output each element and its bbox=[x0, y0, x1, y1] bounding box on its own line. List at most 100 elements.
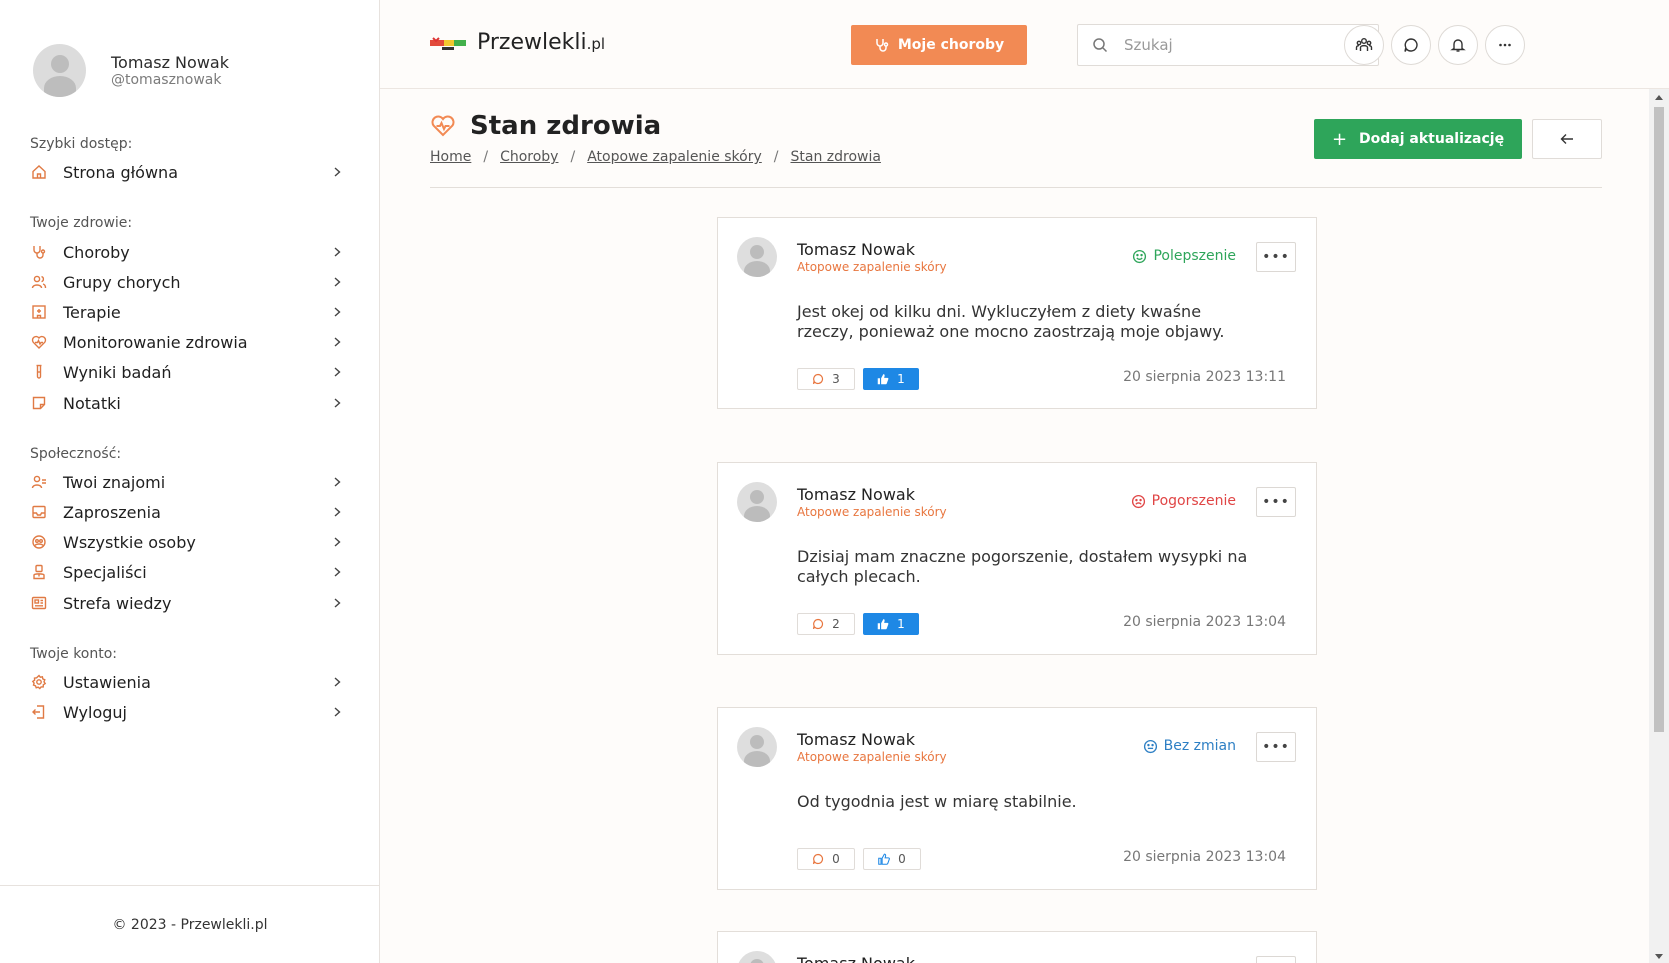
breadcrumb-current[interactable]: Stan zdrowia bbox=[791, 149, 881, 165]
sidebar-item-label: Strefa wiedzy bbox=[63, 593, 172, 613]
health-update-card: Tomasz Nowak Atopowe zapalenie skóry Pog… bbox=[717, 462, 1317, 655]
status-label: Polepszenie bbox=[1153, 248, 1236, 264]
sidebar-item-label: Specjaliści bbox=[63, 562, 147, 582]
sidebar-item-all-people[interactable]: Wszystkie osoby bbox=[30, 528, 342, 556]
like-button[interactable]: 1 bbox=[863, 613, 919, 635]
bell-icon bbox=[1450, 39, 1466, 52]
my-diseases-button[interactable]: Moje choroby bbox=[851, 25, 1027, 65]
user-name: Tomasz Nowak bbox=[111, 53, 229, 72]
avatar[interactable] bbox=[737, 727, 777, 767]
scroll-thumb[interactable] bbox=[1654, 107, 1664, 732]
post-disease[interactable]: Atopowe zapalenie skóry bbox=[797, 260, 947, 274]
logo-text: Przewlekli.pl bbox=[477, 30, 606, 55]
sad-face-icon bbox=[1131, 494, 1145, 508]
post-author[interactable]: Tomasz Nowak bbox=[797, 240, 915, 259]
sidebar-item-home[interactable]: Strona główna bbox=[30, 158, 342, 186]
like-button[interactable]: 0 bbox=[863, 848, 921, 870]
search-input[interactable] bbox=[1124, 36, 1364, 54]
smile-icon bbox=[1133, 249, 1147, 263]
sidebar-item-label: Twoi znajomi bbox=[63, 472, 166, 492]
health-update-card: Tomasz Nowak Atopowe zapalenie skóry Pol… bbox=[717, 217, 1317, 409]
comments-button[interactable]: 2 bbox=[797, 613, 855, 635]
main-content: Stan zdrowia Home / Choroby / Atopowe za… bbox=[380, 89, 1649, 963]
sidebar-item-label: Strona główna bbox=[63, 162, 178, 182]
sidebar-item-specialists[interactable]: Specjaliści bbox=[30, 558, 342, 586]
post-options-button[interactable]: ••• bbox=[1256, 242, 1296, 272]
comments-button[interactable]: 3 bbox=[797, 368, 855, 390]
sidebar-footer: © 2023 - Przewlekli.pl bbox=[0, 885, 380, 963]
chevron-right-icon bbox=[332, 307, 342, 317]
messages-button[interactable] bbox=[1391, 25, 1431, 65]
post-disease[interactable]: Atopowe zapalenie skóry bbox=[797, 505, 947, 519]
avatar[interactable] bbox=[737, 482, 777, 522]
breadcrumb-home[interactable]: Home bbox=[430, 149, 471, 165]
avatar[interactable] bbox=[737, 237, 777, 277]
avatar[interactable] bbox=[33, 44, 86, 97]
sidebar-item-test-results[interactable]: Wyniki badań bbox=[30, 358, 342, 386]
thumbs-up-icon bbox=[878, 853, 891, 865]
sidebar-item-logout[interactable]: Wyloguj bbox=[30, 698, 342, 726]
chevron-right-icon bbox=[332, 507, 342, 517]
thumbs-up-icon bbox=[877, 619, 889, 630]
user-handle: @tomasznowak bbox=[111, 72, 222, 88]
sidebar-item-label: Notatki bbox=[63, 393, 121, 413]
sidebar-item-health-monitoring[interactable]: Monitorowanie zdrowia bbox=[30, 328, 342, 356]
sidebar-item-invitations[interactable]: Zaproszenia bbox=[30, 498, 342, 526]
scrollbar[interactable] bbox=[1649, 89, 1669, 963]
sidebar-item-diseases[interactable]: Choroby bbox=[30, 238, 342, 266]
section-title-community: Społeczność: bbox=[30, 446, 122, 462]
plus-icon: + bbox=[1331, 128, 1348, 150]
logo[interactable]: Przewlekli.pl bbox=[430, 30, 605, 55]
post-options-button[interactable]: ••• bbox=[1256, 732, 1296, 762]
user-profile[interactable]: Tomasz Nowak @tomasznowak bbox=[33, 44, 229, 97]
comments-button[interactable]: 0 bbox=[797, 848, 855, 870]
status-label: Pogorszenie bbox=[1151, 493, 1236, 509]
page-header: Stan zdrowia bbox=[430, 111, 661, 141]
health-update-card: Tomasz Nowak ••• bbox=[717, 931, 1317, 963]
sidebar-item-label: Wyniki badań bbox=[63, 362, 172, 382]
sidebar-item-friends[interactable]: Twoi znajomi bbox=[30, 468, 342, 496]
post-date: 20 sierpnia 2023 13:04 bbox=[1123, 614, 1286, 630]
more-menu-button[interactable] bbox=[1485, 25, 1525, 65]
scroll-down-arrow-icon[interactable] bbox=[1655, 954, 1663, 959]
add-update-button[interactable]: + Dodaj aktualizację bbox=[1314, 119, 1522, 159]
sidebar-item-settings[interactable]: Ustawienia bbox=[30, 668, 342, 696]
chevron-right-icon bbox=[332, 477, 342, 487]
post-options-button[interactable]: ••• bbox=[1256, 956, 1296, 963]
back-button[interactable] bbox=[1532, 119, 1602, 159]
status-badge: Bez zmian bbox=[1143, 738, 1236, 754]
post-disease[interactable]: Atopowe zapalenie skóry bbox=[797, 750, 947, 764]
avatar[interactable] bbox=[737, 951, 777, 963]
divider bbox=[430, 187, 1602, 188]
search-box[interactable] bbox=[1077, 24, 1379, 66]
test-tube-icon bbox=[30, 363, 48, 381]
sidebar-item-patient-groups[interactable]: Grupy chorych bbox=[30, 268, 342, 296]
chat-bubble-icon bbox=[1404, 38, 1418, 52]
friends-button[interactable] bbox=[1344, 25, 1384, 65]
my-diseases-label: Moje choroby bbox=[897, 37, 1005, 53]
post-date: 20 sierpnia 2023 13:11 bbox=[1123, 369, 1286, 385]
like-button[interactable]: 1 bbox=[863, 368, 919, 390]
search-icon bbox=[1093, 38, 1108, 53]
post-author[interactable]: Tomasz Nowak bbox=[797, 485, 915, 504]
stethoscope-icon bbox=[30, 243, 48, 261]
scroll-up-arrow-icon[interactable] bbox=[1655, 95, 1663, 100]
post-text: Jest okej od kilku dni. Wykluczyłem z di… bbox=[797, 302, 1225, 341]
breadcrumb-diseases[interactable]: Choroby bbox=[500, 149, 558, 165]
notifications-button[interactable] bbox=[1438, 25, 1478, 65]
post-options-button[interactable]: ••• bbox=[1256, 487, 1296, 517]
breadcrumb: Home / Choroby / Atopowe zapalenie skóry… bbox=[430, 149, 881, 165]
sidebar-item-notes[interactable]: Notatki bbox=[30, 389, 342, 417]
breadcrumb-disease[interactable]: Atopowe zapalenie skóry bbox=[587, 149, 762, 165]
post-author[interactable]: Tomasz Nowak bbox=[797, 954, 915, 963]
logo-icon bbox=[430, 35, 466, 51]
status-badge: Polepszenie bbox=[1132, 248, 1236, 264]
sidebar-item-knowledge-zone[interactable]: Strefa wiedzy bbox=[30, 589, 342, 617]
page-title: Stan zdrowia bbox=[470, 111, 662, 141]
sidebar: Tomasz Nowak @tomasznowak Szybki dostęp:… bbox=[0, 0, 380, 963]
sidebar-item-therapies[interactable]: Terapie bbox=[30, 298, 342, 326]
stethoscope-icon bbox=[876, 39, 889, 52]
sidebar-item-label: Terapie bbox=[63, 302, 121, 322]
post-author[interactable]: Tomasz Nowak bbox=[797, 730, 915, 749]
thumbs-up-icon bbox=[877, 374, 889, 385]
